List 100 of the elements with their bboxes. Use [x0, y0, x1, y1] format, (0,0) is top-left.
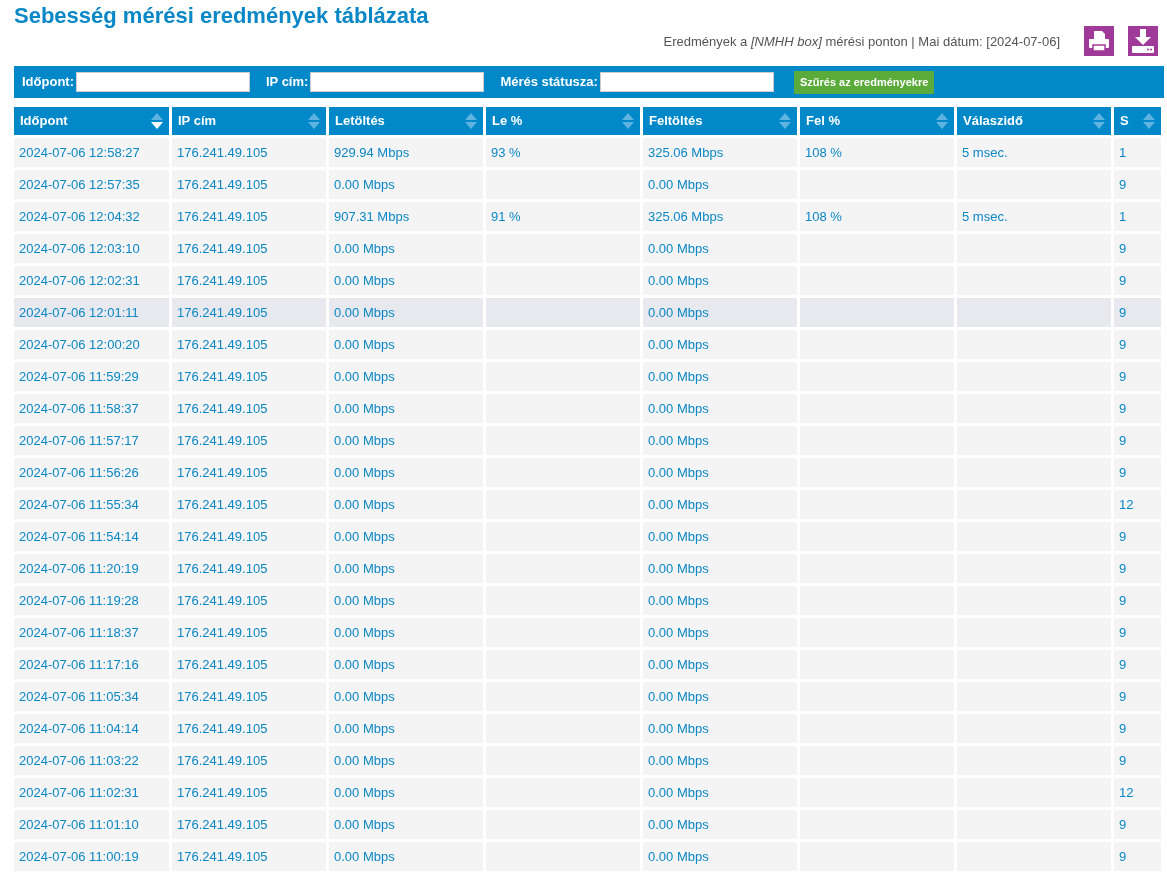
table-cell: 2024-07-06 11:20:19: [14, 554, 169, 583]
table-cell: 9: [1114, 714, 1161, 743]
column-header[interactable]: Le %: [486, 107, 640, 135]
table-cell: 2024-07-06 11:58:37: [14, 394, 169, 423]
table-cell: 176.241.49.105: [172, 810, 326, 839]
table-cell: 2024-07-06 11:55:34: [14, 490, 169, 519]
table-cell: 2024-07-06 11:19:28: [14, 586, 169, 615]
table-cell: 176.241.49.105: [172, 426, 326, 455]
table-cell: 0.00 Mbps: [643, 330, 797, 359]
filter-label: Időpont:: [22, 73, 74, 92]
table-cell: 0.00 Mbps: [643, 618, 797, 647]
table-cell: 176.241.49.105: [172, 234, 326, 263]
table-cell: 907.31 Mbps: [329, 202, 483, 231]
table-cell: 93 %: [486, 138, 640, 167]
table-cell: 2024-07-06 11:17:16: [14, 650, 169, 679]
table-cell: 325.06 Mbps: [643, 138, 797, 167]
table-cell: 176.241.49.105: [172, 138, 326, 167]
download-icon[interactable]: [1128, 26, 1158, 56]
column-header[interactable]: Feltöltés: [643, 107, 797, 135]
table-cell: 325.06 Mbps: [643, 202, 797, 231]
table-cell: 176.241.49.105: [172, 650, 326, 679]
table-cell: 0.00 Mbps: [643, 266, 797, 295]
table-cell: 176.241.49.105: [172, 266, 326, 295]
filter-field[interactable]: [599, 72, 774, 92]
table-cell: 0.00 Mbps: [329, 330, 483, 359]
table-cell: 176.241.49.105: [172, 554, 326, 583]
column-header[interactable]: Letöltés: [329, 107, 483, 135]
table-cell: 0.00 Mbps: [329, 234, 483, 263]
table-cell: 0.00 Mbps: [329, 522, 483, 551]
table-cell: 0.00 Mbps: [643, 778, 797, 807]
table-cell: 2024-07-06 12:57:35: [14, 170, 169, 199]
column-header[interactable]: Időpont: [14, 107, 169, 135]
table-cell: 2024-07-06 11:18:37: [14, 618, 169, 647]
table-cell: 176.241.49.105: [172, 522, 326, 551]
table-cell: 0.00 Mbps: [643, 810, 797, 839]
table-cell: 2024-07-06 12:00:20: [14, 330, 169, 359]
table-cell: 0.00 Mbps: [643, 458, 797, 487]
table-cell: 9: [1114, 522, 1161, 551]
table-cell: 9: [1114, 746, 1161, 775]
table-cell: 176.241.49.105: [172, 394, 326, 423]
table-cell: 2024-07-06 11:04:14: [14, 714, 169, 743]
table-cell: 0.00 Mbps: [643, 682, 797, 711]
filter-field[interactable]: [76, 72, 250, 92]
table-cell: 9: [1114, 458, 1161, 487]
table-cell: 12: [1114, 490, 1161, 519]
table-cell: 0.00 Mbps: [643, 650, 797, 679]
table-cell: 9: [1114, 842, 1161, 871]
table-cell: 2024-07-06 11:03:22: [14, 746, 169, 775]
filter-field[interactable]: [310, 72, 485, 92]
table-cell: 2024-07-06 11:59:29: [14, 362, 169, 391]
table-cell: 9: [1114, 170, 1161, 199]
print-icon[interactable]: [1084, 26, 1114, 56]
table-cell: 0.00 Mbps: [643, 426, 797, 455]
table-cell: 2024-07-06 11:05:34: [14, 682, 169, 711]
table-cell: 2024-07-06 12:03:10: [14, 234, 169, 263]
table-cell: 176.241.49.105: [172, 682, 326, 711]
filter-button[interactable]: Szűrés az eredményekre: [793, 70, 935, 94]
table-cell: 176.241.49.105: [172, 362, 326, 391]
table-cell: 2024-07-06 12:58:27: [14, 138, 169, 167]
table-cell: 9: [1114, 426, 1161, 455]
table-cell: 5 msec.: [957, 138, 1111, 167]
subtitle: Eredmények a [NMHH box] mérési ponton | Mai dátum: [2024-07-06]: [663, 33, 1060, 52]
table-cell: 108 %: [800, 202, 954, 231]
table-cell: 0.00 Mbps: [643, 298, 797, 327]
table-cell: 2024-07-06 12:02:31: [14, 266, 169, 295]
table-cell: 9: [1114, 394, 1161, 423]
table-cell: 0.00 Mbps: [643, 554, 797, 583]
table-cell: 0.00 Mbps: [329, 842, 483, 871]
column-header[interactable]: S: [1114, 107, 1161, 135]
column-header[interactable]: Válaszidő: [957, 107, 1111, 135]
table-cell: 176.241.49.105: [172, 746, 326, 775]
table-cell: 2024-07-06 11:02:31: [14, 778, 169, 807]
table-cell: 0.00 Mbps: [643, 234, 797, 263]
table-cell: 0.00 Mbps: [329, 554, 483, 583]
table-cell: 9: [1114, 298, 1161, 327]
table-cell: 9: [1114, 618, 1161, 647]
table-cell: 0.00 Mbps: [329, 490, 483, 519]
table-cell: 176.241.49.105: [172, 778, 326, 807]
table-cell: 0.00 Mbps: [643, 362, 797, 391]
page-title: Sebesség mérési eredmények táblázata: [14, 2, 429, 30]
table-cell: 176.241.49.105: [172, 714, 326, 743]
table-cell: 0.00 Mbps: [643, 394, 797, 423]
table-cell: 0.00 Mbps: [329, 618, 483, 647]
table-cell: 9: [1114, 234, 1161, 263]
table-cell: 1: [1114, 202, 1161, 231]
table-cell: 0.00 Mbps: [643, 842, 797, 871]
table-cell: 108 %: [800, 138, 954, 167]
column-header[interactable]: Fel %: [800, 107, 954, 135]
column-header[interactable]: IP cím: [172, 107, 326, 135]
table-cell: 176.241.49.105: [172, 202, 326, 231]
table-cell: 5 msec.: [957, 202, 1111, 231]
filter-label: Mérés státusza:: [500, 73, 598, 92]
table-cell: 9: [1114, 810, 1161, 839]
table-cell: 0.00 Mbps: [643, 586, 797, 615]
table-cell: 2024-07-06 11:56:26: [14, 458, 169, 487]
table-cell: 1: [1114, 138, 1161, 167]
table-cell: 0.00 Mbps: [329, 810, 483, 839]
table-cell: 0.00 Mbps: [329, 362, 483, 391]
table-cell: 0.00 Mbps: [643, 746, 797, 775]
table-cell: 9: [1114, 586, 1161, 615]
